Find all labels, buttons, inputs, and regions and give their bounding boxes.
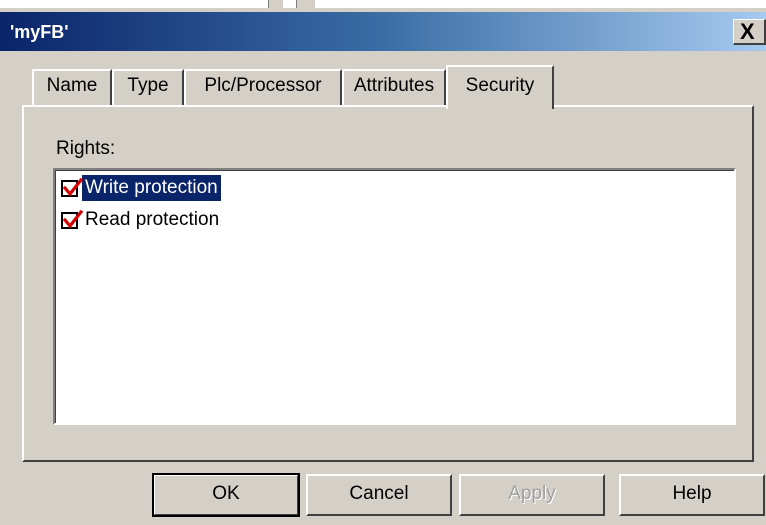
close-button[interactable]: X: [733, 19, 766, 45]
list-item-write-protection[interactable]: Write protection: [61, 174, 221, 202]
rights-list[interactable]: Write protection Read protection: [53, 168, 736, 425]
list-item-read-protection[interactable]: Read protection: [61, 206, 222, 234]
cancel-button-label: Cancel: [349, 483, 409, 504]
security-tab-panel: Rights: Write protection Read protection: [22, 105, 754, 462]
tab-plc-processor-label: Plc/Processor: [204, 75, 322, 96]
tab-name-label: Name: [46, 75, 98, 96]
help-button-label: Help: [672, 483, 712, 504]
background-fragment: [268, 0, 283, 8]
active-tab-join: [448, 105, 552, 109]
help-button[interactable]: Help: [619, 474, 765, 516]
tab-attributes[interactable]: Attributes: [342, 69, 446, 105]
cancel-button[interactable]: Cancel: [306, 474, 452, 516]
tab-attributes-label: Attributes: [353, 75, 435, 96]
rights-label: Rights:: [56, 138, 116, 159]
apply-button-label: Apply: [508, 483, 556, 504]
tab-security-label: Security: [465, 75, 535, 96]
tab-security[interactable]: Security: [446, 65, 554, 109]
tab-plc-processor[interactable]: Plc/Processor: [184, 69, 342, 105]
tab-type[interactable]: Type: [112, 69, 184, 105]
ok-button[interactable]: OK: [152, 473, 300, 517]
write-protection-checkbox[interactable]: [61, 177, 84, 197]
tab-name[interactable]: Name: [32, 69, 112, 105]
apply-button[interactable]: Apply: [459, 474, 605, 516]
check-mark-icon: [62, 177, 84, 197]
check-mark-icon: [62, 209, 84, 229]
background-window: [0, 0, 766, 8]
close-icon: X: [740, 19, 755, 44]
tab-type-label: Type: [127, 75, 169, 96]
properties-dialog: 'myFB' X Name Type Plc/Processor Attribu…: [0, 8, 766, 525]
dialog-title: 'myFB': [10, 22, 69, 42]
ok-button-label: OK: [212, 483, 240, 504]
background-fragment: [296, 0, 315, 8]
read-protection-checkbox[interactable]: [61, 209, 84, 229]
title-bar[interactable]: 'myFB' X: [0, 12, 766, 51]
write-protection-label: Write protection: [82, 175, 221, 201]
read-protection-label: Read protection: [85, 209, 220, 230]
